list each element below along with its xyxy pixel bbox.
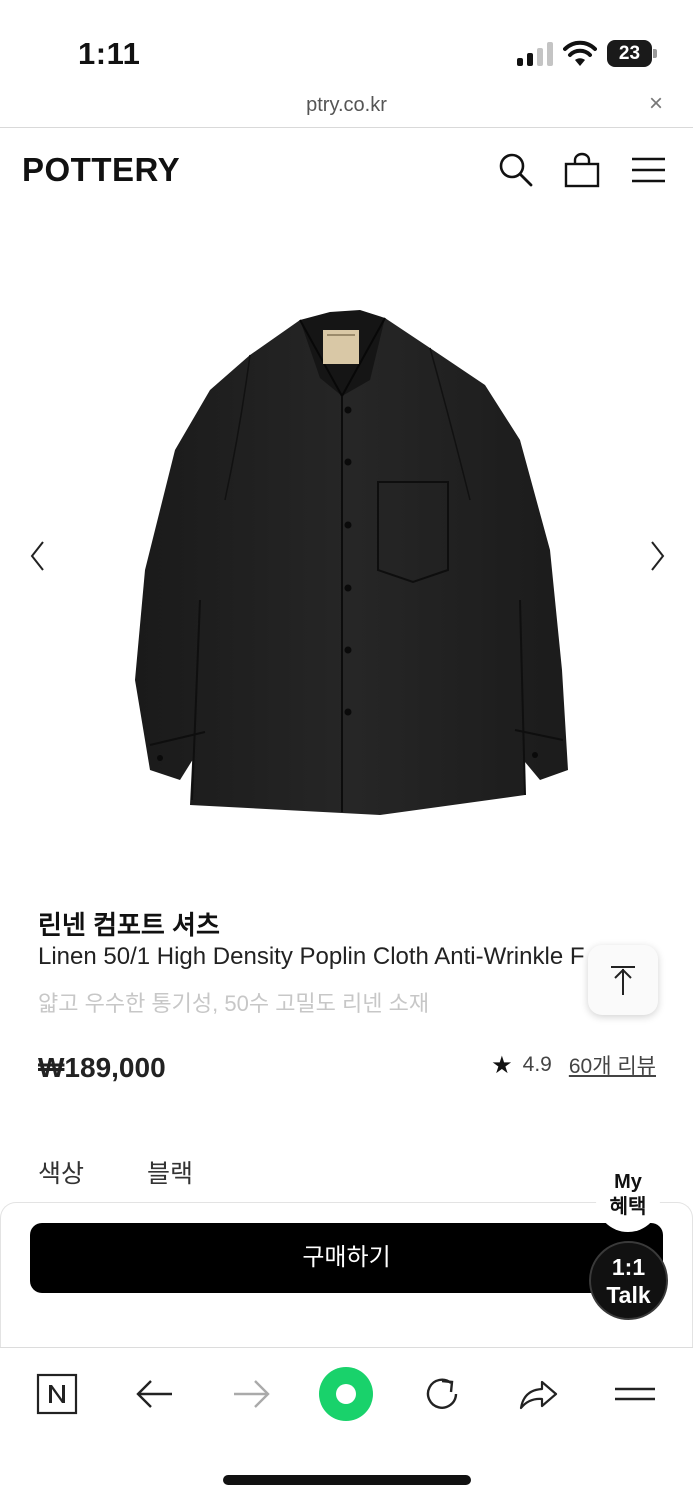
logo[interactable]: POTTERY [22, 151, 180, 189]
option-label: 색상 [38, 1160, 85, 1188]
my-benefit-line1: My [614, 1171, 642, 1193]
arrow-up-icon [611, 966, 635, 995]
cart-icon[interactable] [564, 152, 600, 188]
talk-button[interactable]: 1:1 Talk [589, 1241, 668, 1320]
close-icon[interactable]: × [644, 92, 668, 116]
my-benefit-button[interactable]: My 혜택 [596, 1160, 660, 1232]
url-bar[interactable]: ptry.co.kr × [0, 90, 693, 128]
menu-icon[interactable] [631, 152, 667, 188]
battery-icon: 23 [607, 40, 657, 67]
product-name-ko: 린넨 컴포트 셔츠 [38, 910, 220, 940]
chevron-left-icon[interactable] [28, 540, 48, 572]
signal-icon [517, 42, 553, 66]
share-icon[interactable] [516, 1372, 560, 1416]
my-benefit-line2: 혜택 [609, 1196, 647, 1218]
search-icon[interactable] [498, 152, 534, 188]
rating-value: 4.9 [522, 1053, 552, 1076]
green-dot-icon[interactable] [318, 1366, 374, 1422]
talk-line1: 1:1 [611, 1254, 646, 1280]
product-gallery[interactable] [0, 210, 693, 900]
star-icon: ★ [491, 1051, 513, 1079]
back-icon[interactable] [133, 1372, 177, 1416]
status-bar: 1:11 23 [0, 0, 693, 90]
product-name-en: Linen 50/1 High Density Poplin Cloth Ant… [38, 943, 585, 970]
wifi-icon [563, 40, 597, 66]
battery-level: 23 [607, 40, 652, 67]
reload-icon[interactable] [420, 1372, 464, 1416]
buy-button[interactable]: 구매하기 [30, 1223, 663, 1293]
home-indicator [223, 1475, 471, 1485]
status-time: 1:11 [78, 36, 141, 71]
chevron-right-icon[interactable] [647, 540, 667, 572]
talk-line2: Talk [606, 1282, 651, 1308]
option-value[interactable]: 블랙 [147, 1154, 193, 1190]
site-header: POTTERY [0, 130, 693, 210]
product-rating: ★ 4.9 60개 리뷰 [491, 1050, 656, 1080]
product-image[interactable] [130, 300, 570, 820]
product-description: 얇고 우수한 통기성, 50수 고밀도 리넨 소재 [38, 991, 430, 1016]
product-price: ₩189,000 [38, 1052, 166, 1083]
toolbar-menu-icon[interactable] [613, 1372, 657, 1416]
forward-icon[interactable] [229, 1372, 273, 1416]
review-link[interactable]: 60개 리뷰 [569, 1050, 656, 1080]
naver-icon[interactable] [35, 1372, 79, 1416]
url-text[interactable]: ptry.co.kr [0, 94, 693, 117]
scroll-top-button[interactable] [588, 945, 658, 1015]
